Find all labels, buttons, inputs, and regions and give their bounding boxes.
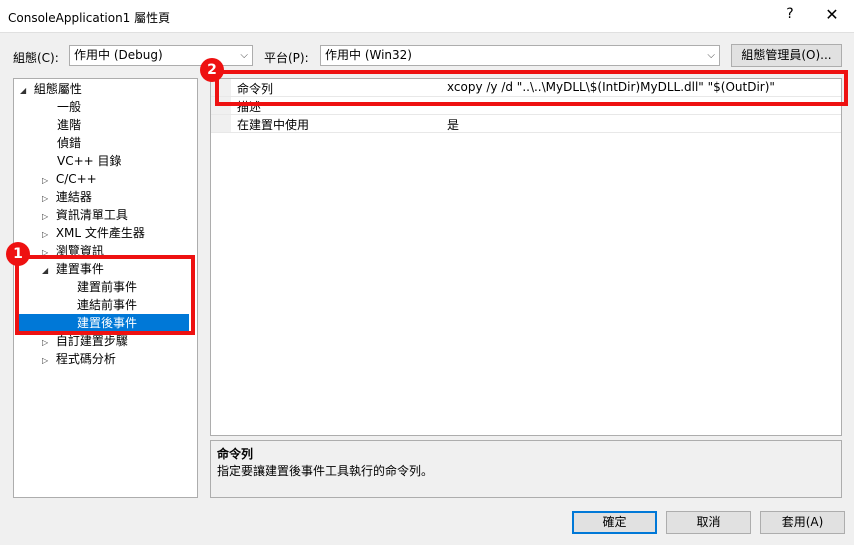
chevron-down-icon: ⌵ <box>707 50 715 61</box>
callout-badge-1: 1 <box>6 242 30 266</box>
platform-dropdown[interactable]: 作用中 (Win32) ⌵ <box>320 45 720 66</box>
grid-row-use-in-build[interactable]: 在建置中使用 是 <box>211 115 841 133</box>
tree-item-label: XML 文件產生器 <box>55 226 145 240</box>
tree-item-advanced[interactable]: 進階 <box>57 116 81 134</box>
tree-item-debugging[interactable]: 偵錯 <box>57 134 81 152</box>
platform-label: 平台(P): <box>264 51 309 65</box>
tree-item-label: 自訂建置步驟 <box>55 334 128 348</box>
tree-item-label: C/C++ <box>55 172 97 186</box>
config-label: 組態(C): <box>13 51 59 65</box>
ok-button[interactable]: 確定 <box>572 511 657 534</box>
tree-item-general[interactable]: 一般 <box>57 98 81 116</box>
window-title: ConsoleApplication1 屬性頁 <box>8 11 171 25</box>
tree-item-xml-doc-generator[interactable]: ▷ XML 文件產生器 <box>42 224 145 242</box>
title-separator <box>0 32 854 33</box>
config-dropdown-value: 作用中 (Debug) <box>74 48 163 62</box>
tree-item-label: 連結器 <box>55 190 92 204</box>
chevron-down-icon: ⌵ <box>240 50 248 61</box>
description-text: 指定要讓建置後事件工具執行的命令列。 <box>217 464 434 478</box>
config-manager-button[interactable]: 組態管理員(O)... <box>731 44 842 67</box>
apply-button[interactable]: 套用(A) <box>760 511 845 534</box>
platform-dropdown-value: 作用中 (Win32) <box>325 48 412 62</box>
tree-item-config-properties[interactable]: ◢ 組態屬性 <box>20 80 82 98</box>
cancel-button[interactable]: 取消 <box>666 511 751 534</box>
tree-item-label: 資訊清單工具 <box>55 208 128 222</box>
title-bar: ConsoleApplication1 屬性頁 ? ✕ <box>0 0 854 32</box>
collapse-icon[interactable]: ◢ <box>20 82 30 100</box>
property-grid[interactable]: 命令列 xcopy /y /d "..\..\MyDLL\$(IntDir)My… <box>210 78 842 436</box>
highlight-box-2 <box>215 70 848 106</box>
grid-row-value[interactable]: 是 <box>447 116 459 133</box>
tree-item-label: 組態屬性 <box>33 82 82 96</box>
tree-item-manifest-tool[interactable]: ▷ 資訊清單工具 <box>42 206 128 224</box>
expand-icon[interactable]: ▷ <box>42 352 52 370</box>
description-title: 命令列 <box>217 447 254 461</box>
config-dropdown[interactable]: 作用中 (Debug) ⌵ <box>69 45 253 66</box>
row-margin <box>211 115 231 132</box>
help-icon[interactable]: ? <box>780 6 800 22</box>
close-icon[interactable]: ✕ <box>822 5 842 24</box>
tree-item-linker[interactable]: ▷ 連結器 <box>42 188 92 206</box>
callout-badge-2: 2 <box>200 58 224 82</box>
highlight-box-1 <box>15 255 195 335</box>
tree-item-vc-directories[interactable]: VC++ 目錄 <box>57 152 122 170</box>
tree-item-c-cpp[interactable]: ▷ C/C++ <box>42 170 97 188</box>
tree-item-code-analysis[interactable]: ▷ 程式碼分析 <box>42 350 116 368</box>
tree-item-label: 程式碼分析 <box>55 352 116 366</box>
grid-row-name: 在建置中使用 <box>237 118 310 132</box>
description-panel: 命令列 指定要讓建置後事件工具執行的命令列。 <box>210 440 842 498</box>
